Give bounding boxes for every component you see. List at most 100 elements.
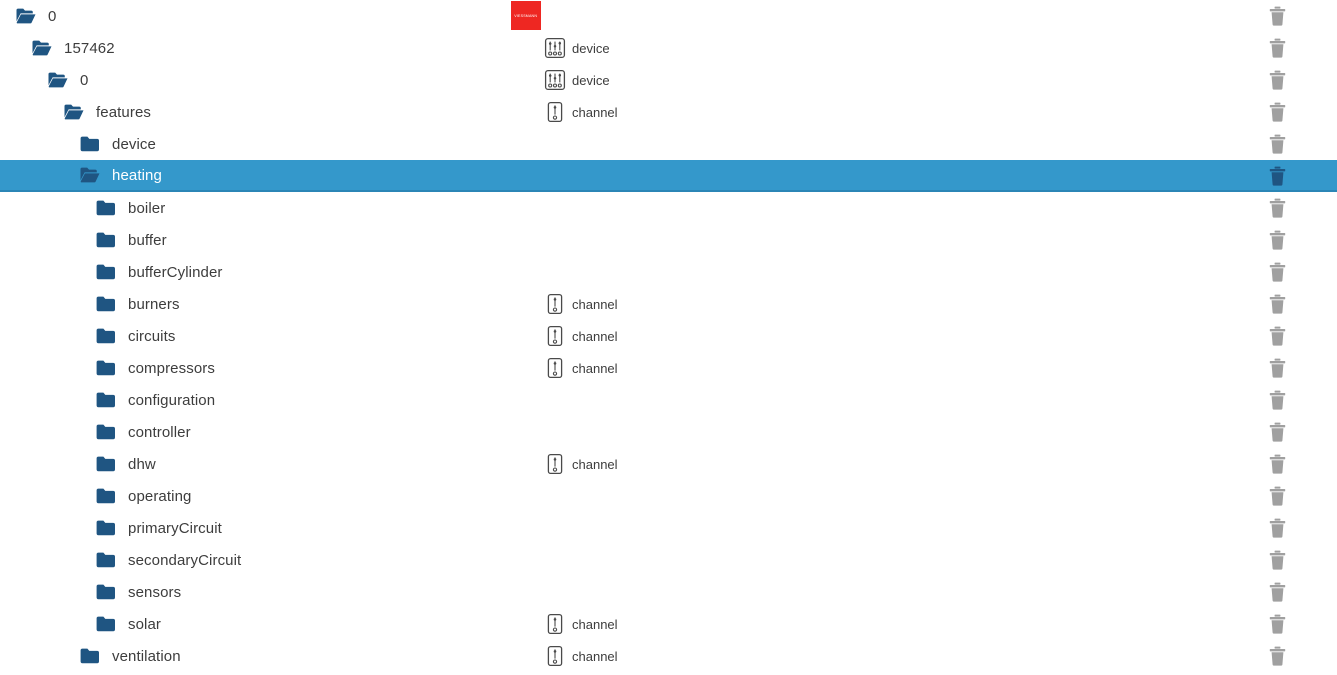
trash-icon	[1269, 390, 1286, 410]
delete-button[interactable]	[1265, 576, 1289, 608]
entity-type-label: channel	[572, 648, 618, 664]
tree-node-label: bufferCylinder	[128, 263, 223, 281]
tree-node-boiler[interactable]: boiler	[96, 199, 165, 217]
tree-row[interactable]: primaryCircuit	[0, 512, 1337, 544]
trash-icon	[1269, 486, 1286, 506]
delete-button[interactable]	[1265, 480, 1289, 512]
tree-row[interactable]: controller	[0, 416, 1337, 448]
trash-icon	[1269, 614, 1286, 634]
tree-row[interactable]: sensors	[0, 576, 1337, 608]
tree-row[interactable]: 0 VIESSMANN	[0, 0, 1337, 32]
trash-icon	[1269, 6, 1286, 26]
tree-node-circuits[interactable]: circuits	[96, 327, 175, 345]
tree-node-0[interactable]: 0	[48, 71, 88, 89]
tree-node-157462[interactable]: 157462	[32, 39, 115, 57]
folder-closed-icon	[96, 519, 116, 537]
trash-icon	[1269, 518, 1286, 538]
tree-node-features[interactable]: features	[64, 103, 151, 121]
delete-button[interactable]	[1265, 64, 1289, 96]
tree-row[interactable]: bufferCylinder	[0, 256, 1337, 288]
delete-button[interactable]	[1265, 544, 1289, 576]
delete-button[interactable]	[1265, 608, 1289, 640]
delete-button[interactable]	[1265, 512, 1289, 544]
entity-type-label: channel	[572, 296, 618, 312]
delete-button[interactable]	[1265, 32, 1289, 64]
tree-row[interactable]: operating	[0, 480, 1337, 512]
delete-button[interactable]	[1265, 96, 1289, 128]
tree-row[interactable]: dhw channel	[0, 448, 1337, 480]
viessmann-logo-text: VIESSMANN	[514, 13, 538, 18]
tree-node-device[interactable]: device	[80, 135, 156, 153]
tree-node-configuration[interactable]: configuration	[96, 391, 215, 409]
tree-node-heating[interactable]: heating	[80, 166, 162, 184]
channel-icon	[544, 325, 566, 347]
tree-node-bufferCylinder[interactable]: bufferCylinder	[96, 263, 223, 281]
tree-node-label: device	[112, 135, 156, 153]
tree-node-label: primaryCircuit	[128, 519, 222, 537]
folder-closed-icon	[80, 135, 100, 153]
tree-row[interactable]: device	[0, 128, 1337, 160]
folder-closed-icon	[96, 583, 116, 601]
delete-button[interactable]	[1265, 224, 1289, 256]
tree-node-label: 0	[80, 71, 89, 89]
delete-button[interactable]	[1265, 288, 1289, 320]
tree-row[interactable]: circuits channel	[0, 320, 1337, 352]
entity-type-label: channel	[572, 360, 618, 376]
tree-row[interactable]: secondaryCircuit	[0, 544, 1337, 576]
tree-node-compressors[interactable]: compressors	[96, 359, 215, 377]
folder-closed-icon	[96, 295, 116, 313]
tree-node-secondaryCircuit[interactable]: secondaryCircuit	[96, 551, 241, 569]
tree-row[interactable]: configuration	[0, 384, 1337, 416]
trash-icon	[1269, 166, 1286, 186]
delete-button[interactable]	[1265, 128, 1289, 160]
tree-row[interactable]: compressors channel	[0, 352, 1337, 384]
tree-node-sensors[interactable]: sensors	[96, 583, 181, 601]
entity-type-cell: channel	[544, 288, 618, 320]
tree-row[interactable]: 0 device	[0, 64, 1337, 96]
entity-type-cell: channel	[544, 96, 618, 128]
tree-node-label: burners	[128, 295, 180, 313]
channel-icon	[544, 293, 566, 315]
entity-type-label: device	[572, 40, 610, 56]
tree-node-dhw[interactable]: dhw	[96, 455, 156, 473]
delete-button[interactable]	[1265, 352, 1289, 384]
delete-button[interactable]	[1265, 160, 1289, 192]
delete-button[interactable]	[1265, 416, 1289, 448]
entity-type-label: device	[572, 72, 610, 88]
delete-button[interactable]	[1265, 0, 1289, 32]
trash-icon	[1269, 582, 1286, 602]
tree-node-primaryCircuit[interactable]: primaryCircuit	[96, 519, 222, 537]
entity-type-cell: device	[544, 32, 610, 64]
folder-closed-icon	[96, 327, 116, 345]
tree-row[interactable]: heating	[0, 160, 1337, 192]
tree-node-buffer[interactable]: buffer	[96, 231, 167, 249]
folder-closed-icon	[96, 551, 116, 569]
channel-icon	[544, 357, 566, 379]
tree-node-label: controller	[128, 423, 191, 441]
delete-button[interactable]	[1265, 384, 1289, 416]
tree-node-burners[interactable]: burners	[96, 295, 180, 313]
tree-row[interactable]: buffer	[0, 224, 1337, 256]
tree-node-operating[interactable]: operating	[96, 487, 191, 505]
delete-button[interactable]	[1265, 256, 1289, 288]
tree-node-0[interactable]: 0	[16, 7, 56, 25]
delete-button[interactable]	[1265, 448, 1289, 480]
tree-node-label: ventilation	[112, 647, 181, 665]
tree-row[interactable]: ventilation channel	[0, 640, 1337, 672]
delete-button[interactable]	[1265, 192, 1289, 224]
tree-node-ventilation[interactable]: ventilation	[80, 647, 181, 665]
tree-row[interactable]: boiler	[0, 192, 1337, 224]
entity-type-cell: device	[544, 64, 610, 96]
tree-row[interactable]: burners channel	[0, 288, 1337, 320]
tree-row[interactable]: features channel	[0, 96, 1337, 128]
tree-node-label: 0	[48, 7, 57, 25]
tree-node-label: solar	[128, 615, 162, 633]
trash-icon	[1269, 262, 1286, 282]
entity-type-label: channel	[572, 104, 618, 120]
tree-row[interactable]: 157462 device	[0, 32, 1337, 64]
tree-node-controller[interactable]: controller	[96, 423, 191, 441]
delete-button[interactable]	[1265, 640, 1289, 672]
tree-node-solar[interactable]: solar	[96, 615, 161, 633]
tree-row[interactable]: solar channel	[0, 608, 1337, 640]
delete-button[interactable]	[1265, 320, 1289, 352]
